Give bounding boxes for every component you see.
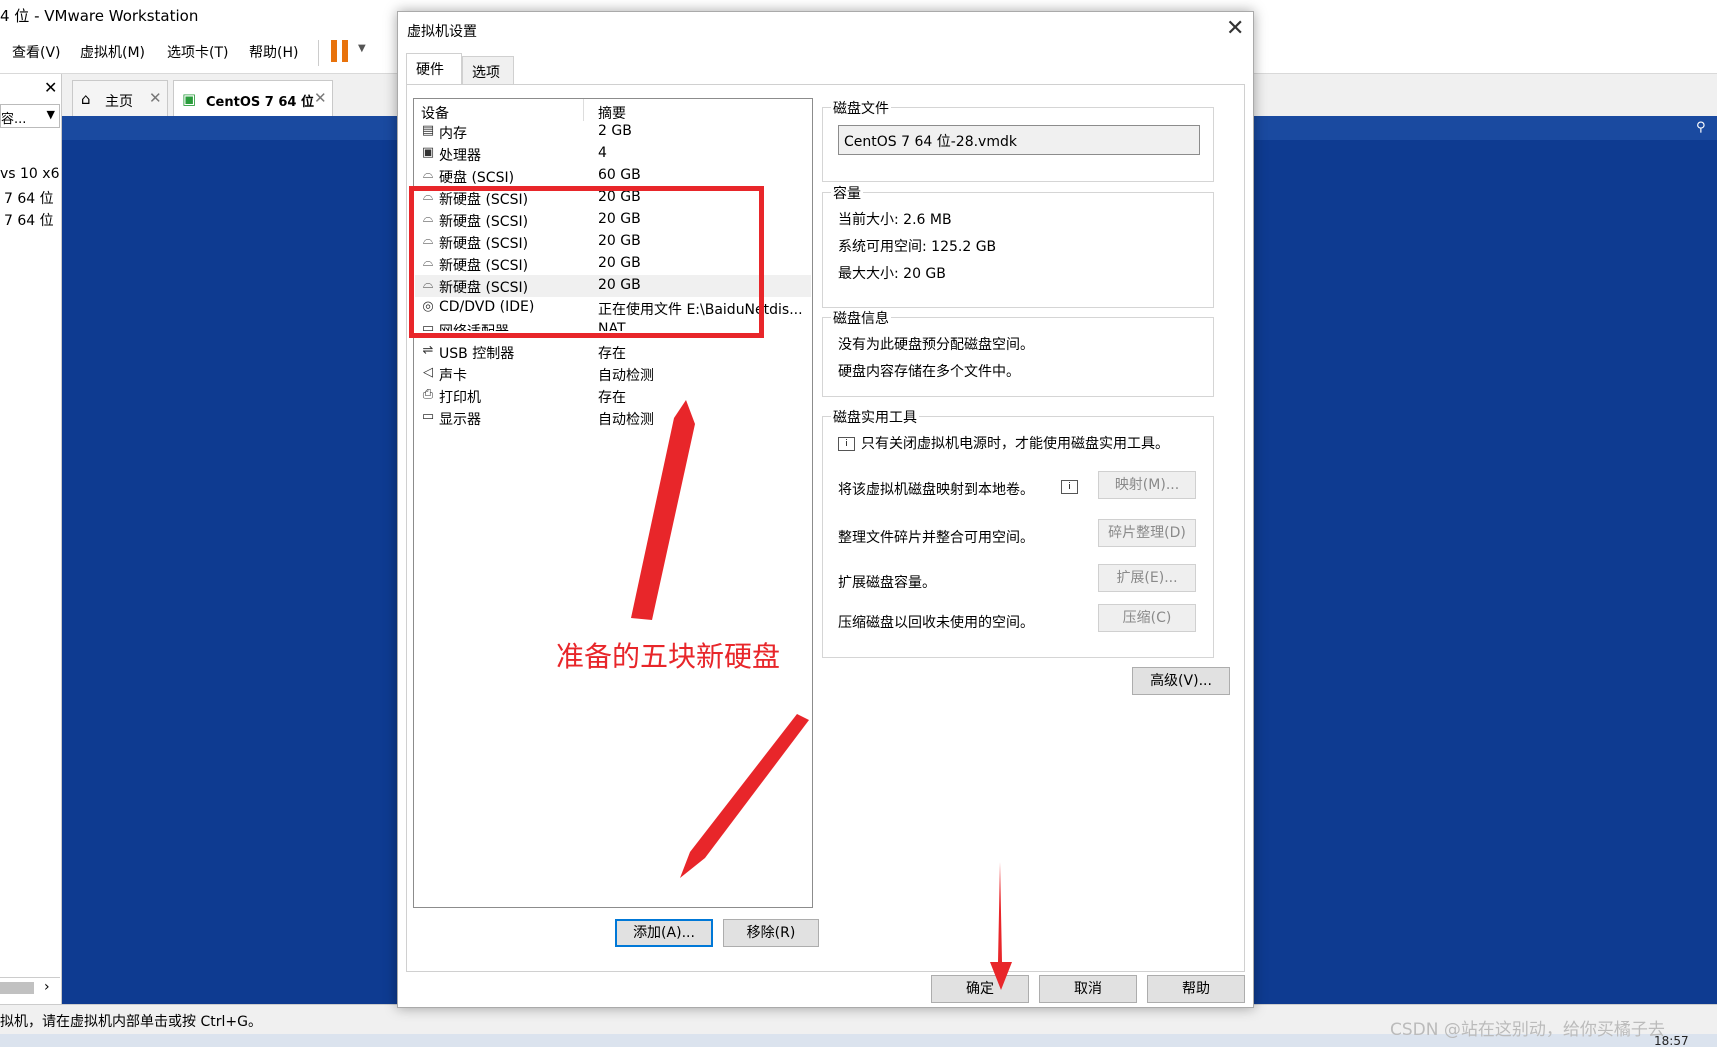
arrow-up-icon [631, 400, 695, 620]
arrow-down-left-icon [680, 714, 809, 878]
annotation-arrows [631, 400, 1012, 990]
arrow-down-icon [990, 862, 1012, 990]
